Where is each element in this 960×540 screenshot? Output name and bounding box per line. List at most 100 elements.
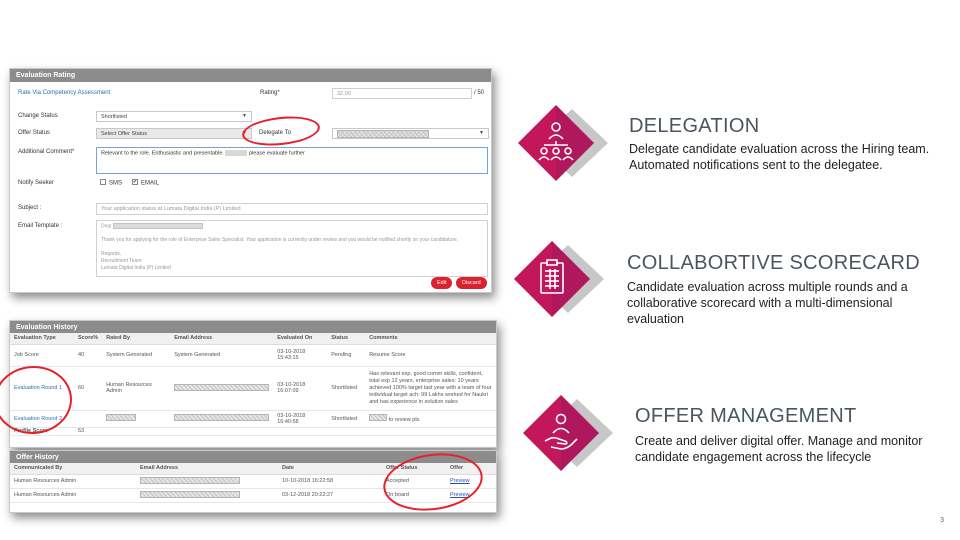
eval-date: 03-10-2018 15:43:15 [273,344,328,367]
redacted-candidate-name [113,223,204,229]
eval-email: System Generated [170,344,274,367]
offer-communicated-by: Human Resources Admin [10,488,136,503]
eval-date: 03-10-2018 16:07:09 [273,366,328,411]
column-header: Date [278,463,382,475]
column-header: Comments [365,333,496,345]
offer-communicated-by: Human Resources Admin [10,474,136,489]
offer-email [136,488,278,503]
sms-checkbox-box [100,179,106,185]
evaluation-rating-header: Evaluation Rating [10,69,491,82]
eval-score: 40 [74,344,103,367]
sms-checkbox[interactable]: SMS [100,179,122,187]
edit-button[interactable]: Edit [431,277,453,289]
checkmark-icon: ✔ [132,179,138,185]
email-template-label: Email Template : [18,223,63,229]
eval-comment: Resume Score [365,344,496,367]
eval-rated-by [102,410,171,428]
evaluation-rating-panel: Evaluation Rating Rate Via Competency As… [9,68,492,293]
subject-input[interactable]: Your application status at Lumata Digita… [96,203,488,215]
offer-email [136,474,278,489]
template-regards: Regards, [101,251,122,258]
offer-date: 03-12-2018 20:22:27 [278,488,382,503]
template-dear: Dear [101,223,112,230]
profile-score-row: Profile Score 53 [10,427,496,436]
redacted-comment-word [369,414,388,421]
column-header: Communicated By [10,463,136,475]
hand-person-icon [523,395,613,471]
eval-rated-by: System Generated [102,344,171,367]
redacted-email [140,476,240,484]
column-header: Evaluation Type [10,333,74,345]
eval-email [170,366,274,411]
additional-comment-tail: please evaluate further [248,150,305,157]
feature-desc-delegation: Delegate candidate evaluation across the… [629,142,930,172]
eval-score: 60 [74,366,103,411]
offer-date: 10-10-2018 16:22:58 [278,474,382,489]
email-checkbox[interactable]: ✔ EMAIL [132,179,160,187]
subject-label: Subject : [18,205,42,211]
table-row: Evaluation Round 1 60 Human Resources Ad… [10,366,496,411]
rating-input[interactable]: 32.00 [332,88,472,99]
feature-title-delegation: DELEGATION [629,115,760,137]
eval-date: 03-10-2018 16:40:58 [273,410,328,428]
team-hierarchy-icon [518,105,608,181]
template-body: Thank you for applying for the role of E… [101,237,459,244]
eval-comment-text: to review pls. [388,417,421,423]
feature-title-scorecard: COLLABORTIVE SCORECARD [627,252,920,274]
feature-desc-offer: Create and deliver digital offer. Manage… [635,434,923,464]
eval-email [170,410,274,428]
eval-status: Shortlisted [327,410,366,428]
column-header: Email Address [170,333,274,345]
eval-rated-by: Human Resources Admin [102,366,171,411]
column-header: Rated By [102,333,171,345]
evaluation-history-table: Evaluation Type Score% Rated By Email Ad… [10,333,496,436]
offer-status-select[interactable]: Select Offer Status ▼ [96,128,252,139]
eval-comment: to review pls. [365,410,496,428]
eval-status: Pending [327,344,366,367]
column-header: Score% [74,333,103,345]
eval-date-time: 16:07:09 [277,388,299,394]
page-number: 3 [940,517,944,524]
redacted-email [174,383,270,391]
eval-date-time: 15:43:15 [277,355,299,361]
template-company: Lumata Digital India (P) Limited [101,265,171,272]
column-header: Email Address [136,463,278,475]
rate-via-competency-link[interactable]: Rate Via Competency Assessment [18,90,110,96]
change-status-label: Change Status [18,113,58,119]
rating-label: Rating* [260,90,280,96]
discard-button[interactable]: Discard [456,277,487,289]
template-team: Recruitment Team [101,258,142,265]
eval-type: Job Score [10,344,74,367]
additional-comment-text: Relevant to the role. Enthusiastic and p… [101,150,224,157]
profile-score-value: 53 [74,427,103,436]
eval-comment: Has relevant exp, good comm skills, conf… [365,366,496,411]
eval-date-time: 16:40:58 [277,418,299,425]
evaluation-history-header: Evaluation History [10,321,496,333]
column-header: Evaluated On [273,333,328,345]
additional-comment-label: Additional Comment* [18,149,75,155]
feature-title-offer: OFFER MANAGEMENT [635,405,857,427]
feature-desc-scorecard: Candidate evaluation across multiple rou… [627,280,908,326]
redacted-email [174,414,270,421]
offer-status-label: Offer Status [18,130,50,136]
clipboard-scorecard-icon [514,241,604,317]
table-header-row: Evaluation Type Score% Rated By Email Ad… [10,333,496,345]
redacted-rater [106,414,137,421]
eval-score [74,410,103,428]
redacted-delegate-name [337,130,429,138]
offer-status-value: Select Offer Status [101,131,148,137]
change-status-value: Shortlisted [101,114,127,120]
notify-seeker-label: Notify Seeker [18,180,55,186]
redacted-comment-word [225,150,248,156]
delegate-to-select[interactable]: ▼ [332,128,489,139]
email-label: EMAIL [141,180,160,187]
evaluation-history-panel: Evaluation History Evaluation Type Score… [9,320,497,448]
additional-comment-input[interactable]: Relevant to the role. Enthusiastic and p… [96,147,488,174]
table-row: Job Score 40 System Generated System Gen… [10,344,496,367]
redacted-email [140,490,240,498]
rating-max: / 50 [474,90,485,96]
email-template-textarea[interactable]: Dear Thank you for applying for the role… [96,220,488,277]
table-row: Evaluation Round 2 03-10-2018 16:40:58 Sh… [10,410,496,428]
column-header: Status [327,333,366,345]
change-status-select[interactable]: Shortlisted ▼ [96,111,252,122]
